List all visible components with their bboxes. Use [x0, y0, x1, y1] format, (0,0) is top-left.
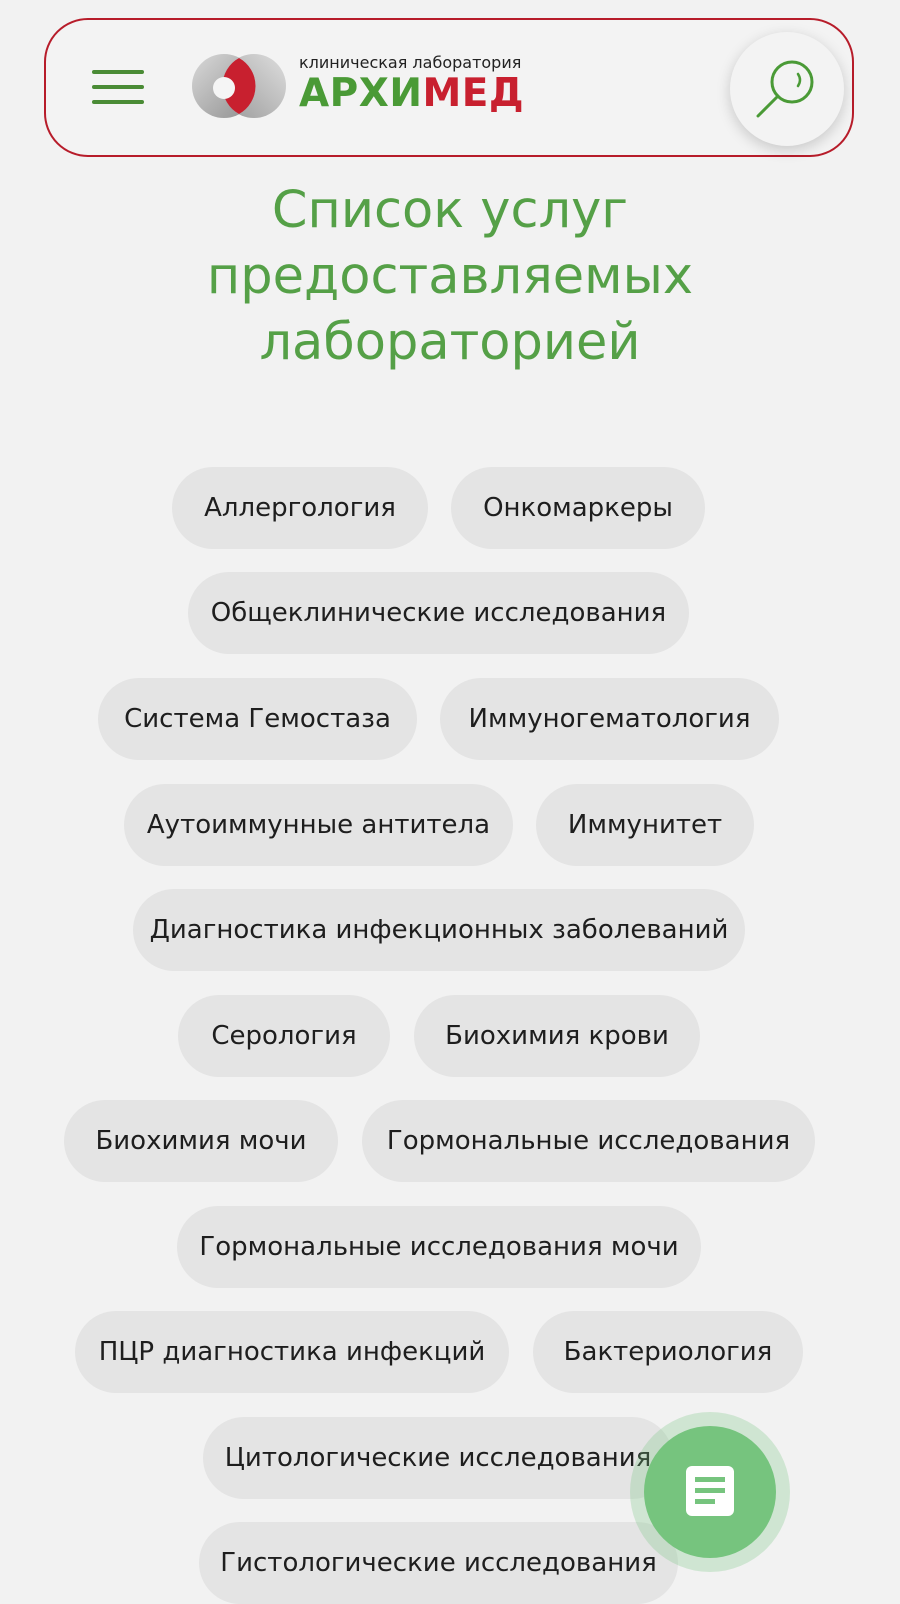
- category-chip-immunity[interactable]: Иммунитет: [536, 784, 754, 866]
- category-chip-pcr[interactable]: ПЦР диагностика инфекций: [75, 1311, 509, 1393]
- category-chip-allergology[interactable]: Аллергология: [172, 467, 428, 549]
- search-button[interactable]: [730, 32, 844, 146]
- document-icon: [686, 1466, 734, 1516]
- category-chip-oncomarkers[interactable]: Онкомаркеры: [451, 467, 705, 549]
- category-chip-blood-biochemistry[interactable]: Биохимия крови: [414, 995, 700, 1077]
- category-chip-general-clinical[interactable]: Общеклинические исследования: [188, 572, 689, 654]
- logo-mark-icon: [192, 54, 286, 118]
- logo-name: АРХИМЕД: [299, 70, 524, 118]
- category-chip-hemostasis[interactable]: Система Гемостаза: [98, 678, 417, 760]
- search-icon: [756, 60, 814, 118]
- category-chip-hormonal[interactable]: Гормональные исследования: [362, 1100, 815, 1182]
- category-chip-urine-biochemistry[interactable]: Биохимия мочи: [64, 1100, 338, 1182]
- logo[interactable]: клиническая лаборатория АРХИМЕД: [191, 50, 551, 122]
- page-title: Список услуг предоставляемых лабораторие…: [206, 181, 694, 372]
- category-chip-immunohematology[interactable]: Иммуногематология: [440, 678, 779, 760]
- category-chip-histology[interactable]: Гистологические исследования: [199, 1522, 678, 1604]
- hamburger-menu-icon[interactable]: [92, 70, 144, 104]
- logo-name-part2: МЕД: [422, 71, 525, 116]
- logo-name-part1: АРХИ: [299, 71, 423, 116]
- category-chip-hormonal-urine[interactable]: Гормональные исследования мочи: [177, 1206, 701, 1288]
- fab-button[interactable]: [644, 1426, 776, 1558]
- category-chip-serology[interactable]: Серология: [178, 995, 390, 1077]
- category-chip-autoimmune[interactable]: Аутоиммунные антитела: [124, 784, 513, 866]
- category-chip-infectious-diagnostics[interactable]: Диагностика инфекционных заболеваний: [133, 889, 745, 971]
- category-chip-bacteriology[interactable]: Бактериология: [533, 1311, 803, 1393]
- site-header: клиническая лаборатория АРХИМЕД: [44, 18, 854, 157]
- category-chip-cytology[interactable]: Цитологические исследования: [203, 1417, 673, 1499]
